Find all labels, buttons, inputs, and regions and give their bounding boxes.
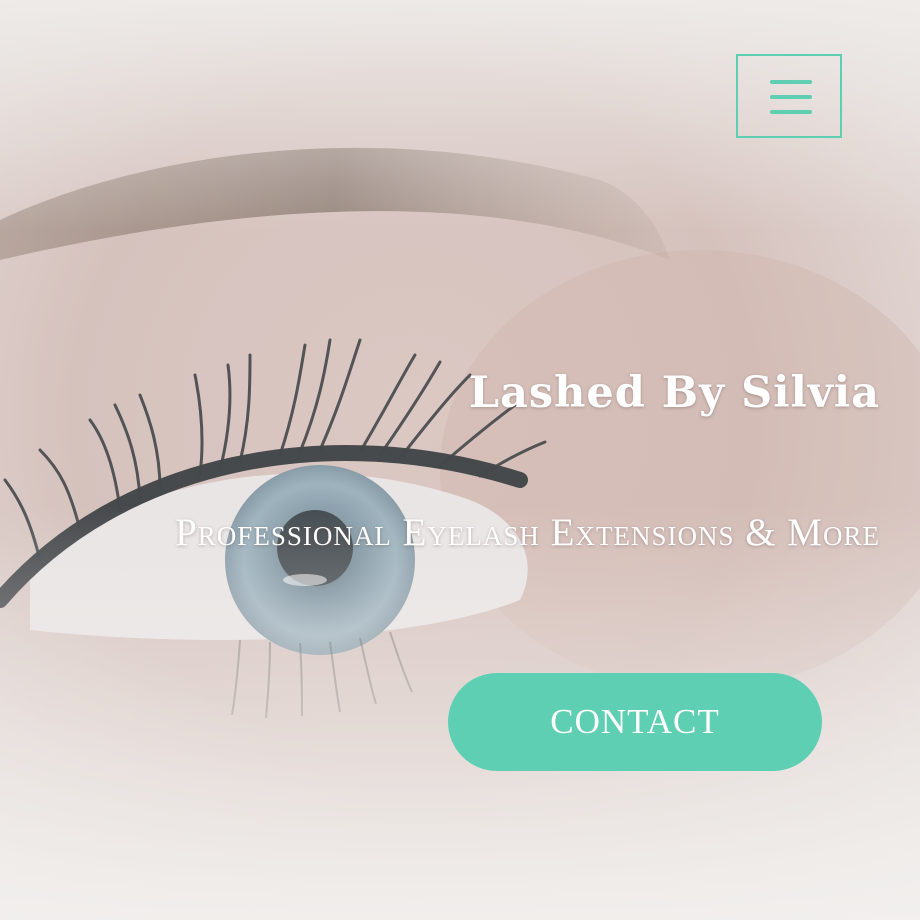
hamburger-menu-icon — [770, 80, 812, 84]
hero-tagline: Professional Eyelash Extensions & More — [175, 511, 880, 554]
hamburger-menu-icon-bar — [770, 95, 812, 99]
site-title: Lashed By Silvia — [468, 368, 880, 418]
hamburger-menu-button[interactable] — [736, 54, 842, 138]
contact-button[interactable]: CONTACT — [448, 673, 822, 771]
hero-section: Lashed By Silvia Professional Eyelash Ex… — [0, 0, 920, 920]
hamburger-menu-icon-bar — [770, 110, 812, 114]
hero-eye-photo — [0, 0, 920, 920]
